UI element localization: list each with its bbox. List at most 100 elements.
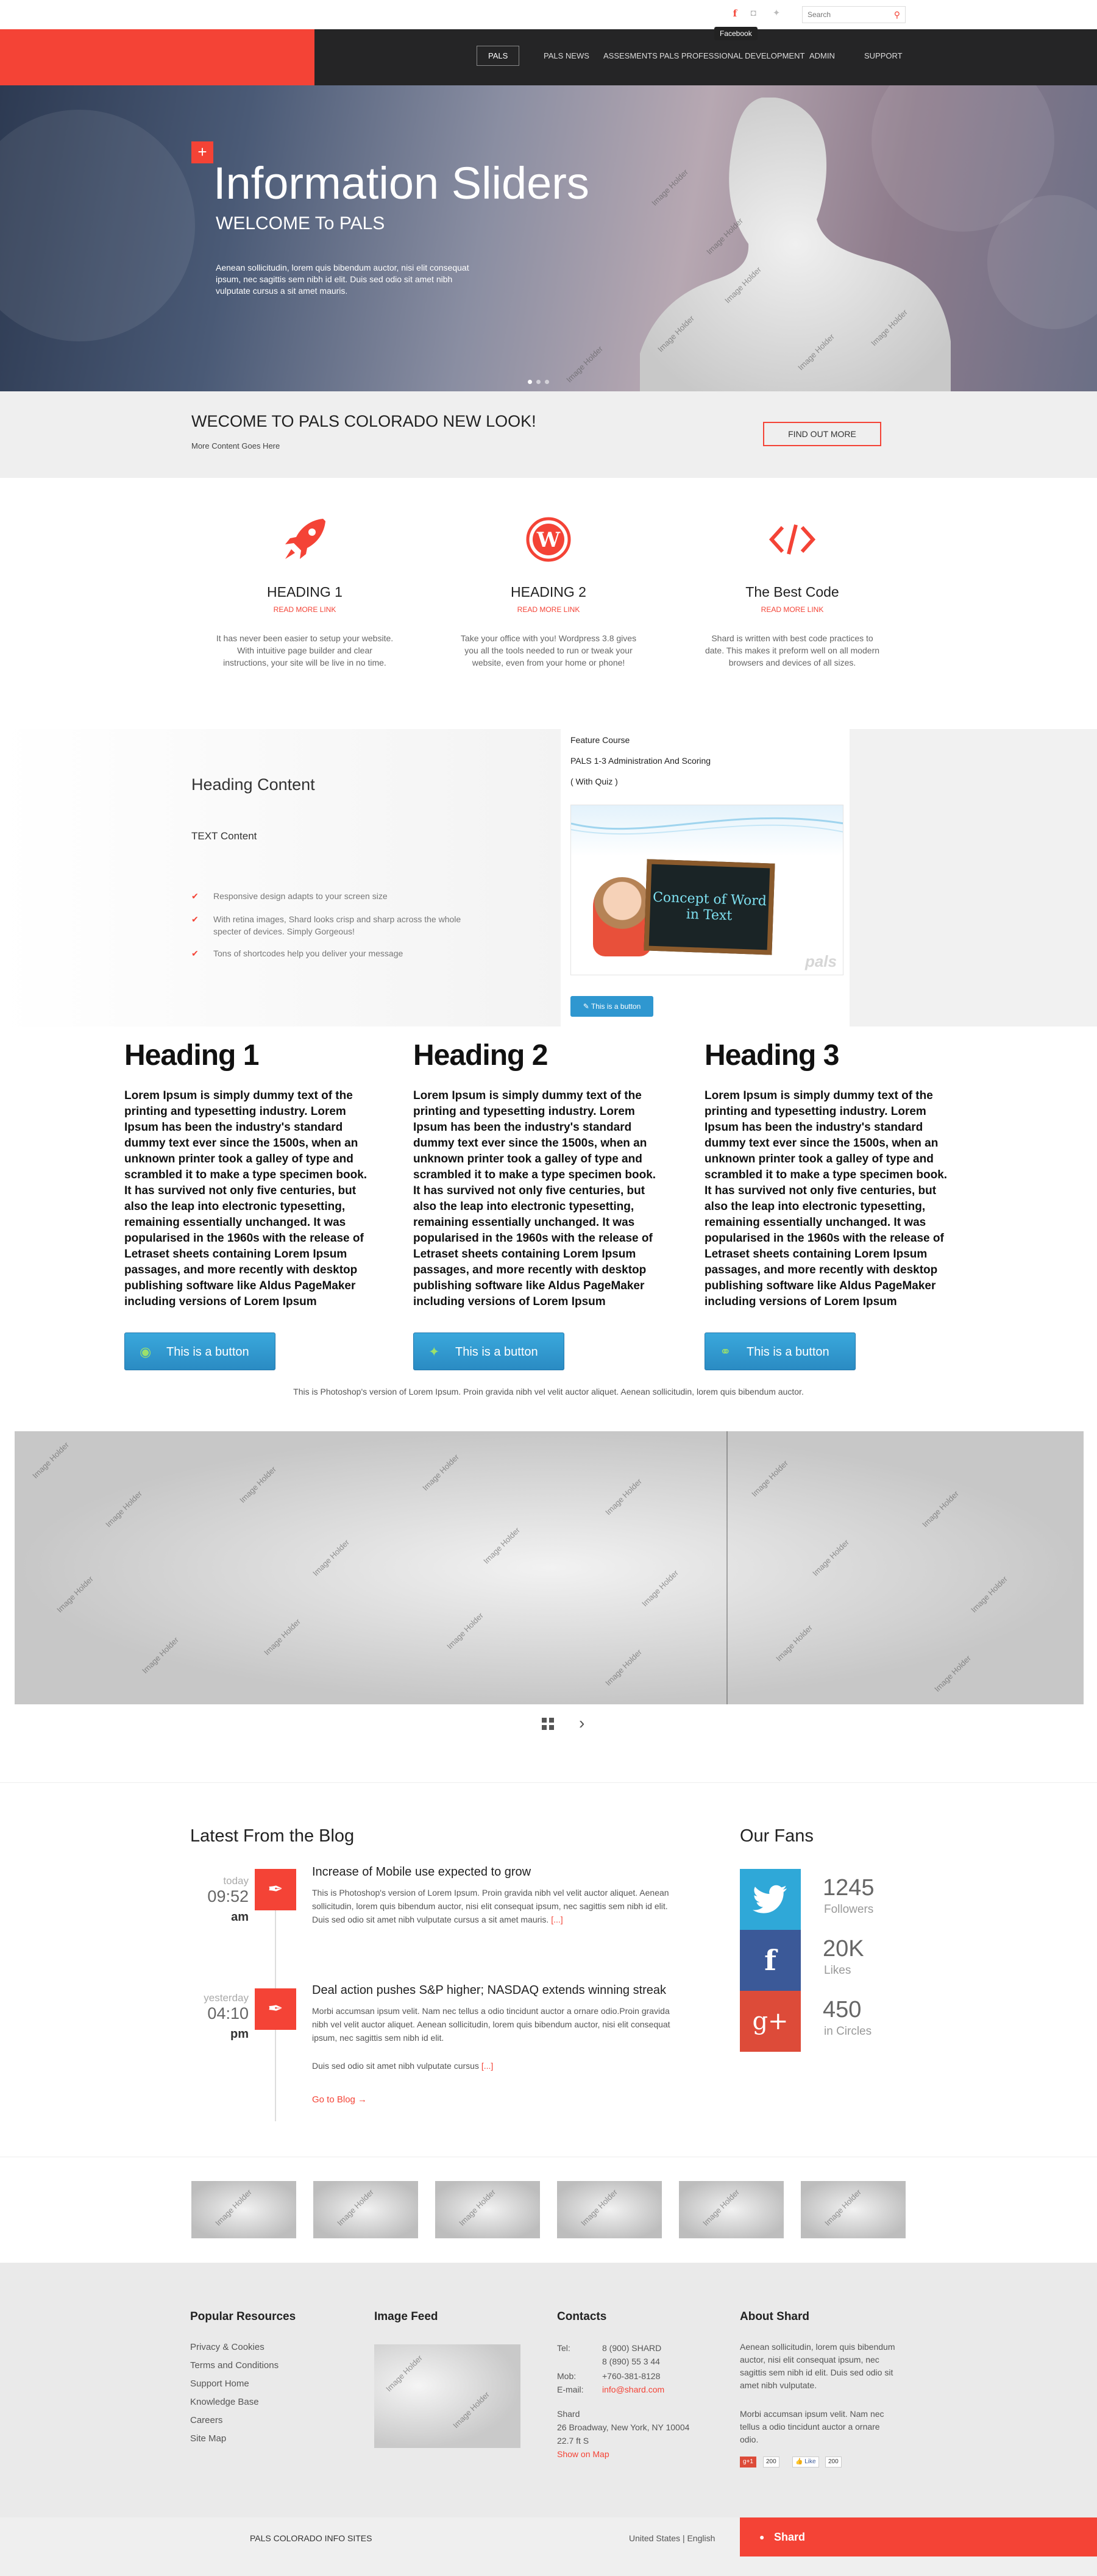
- post-excerpt: Duis sed odio sit amet nibh vulputate cu…: [312, 2059, 672, 2073]
- column-1: Heading 1 Lorem Ipsum is simply dummy te…: [124, 1039, 374, 1310]
- hero-subtitle: WELCOME To PALS: [216, 213, 385, 233]
- contact-label: E-mail:: [557, 2385, 584, 2394]
- thumbnail-image[interactable]: Image Holder: [679, 2181, 784, 2238]
- search-input[interactable]: [803, 7, 888, 23]
- google-plus-icon[interactable]: g+: [740, 1991, 801, 2052]
- find-out-more-button[interactable]: FIND OUT MORE: [763, 422, 881, 446]
- grid-icon[interactable]: [541, 1717, 555, 1731]
- feature-3: The Best Code READ MORE LINK Shard is wr…: [701, 512, 884, 669]
- image-holder-label: Image Holder: [640, 1568, 680, 1609]
- footer-link[interactable]: Site Map: [190, 2433, 226, 2444]
- logo[interactable]: [0, 29, 314, 85]
- child-image: [593, 877, 651, 956]
- nav-item-admin[interactable]: ADMIN: [809, 51, 835, 60]
- thumbnail-image[interactable]: Image Holder: [801, 2181, 906, 2238]
- nav-item-pals-news[interactable]: PALS NEWS: [544, 51, 589, 60]
- post-pen-icon: ✒: [255, 1988, 296, 2030]
- gallery-divider: [726, 1431, 728, 1704]
- fans-title: Our Fans: [740, 1826, 814, 1846]
- nav-item-assesments[interactable]: ASSESMENTS: [603, 51, 658, 60]
- nav-item-support[interactable]: SUPPORT: [864, 51, 903, 60]
- thumbnail-image[interactable]: Image Holder: [557, 2181, 662, 2238]
- feature-heading: The Best Code: [745, 584, 839, 600]
- slider-dot[interactable]: [545, 380, 549, 384]
- contact-label: Mob:: [557, 2371, 577, 2381]
- read-more-link[interactable]: READ MORE LINK: [213, 605, 396, 614]
- image-feed[interactable]: Image Holder Image Holder: [374, 2344, 520, 2448]
- facebook-icon[interactable]: f: [729, 7, 741, 20]
- image-holder-label: Image Holder: [238, 1464, 278, 1505]
- image-holder-label: Image Holder: [335, 2187, 375, 2228]
- fan-label: in Circles: [824, 2025, 872, 2038]
- read-more-link[interactable]: [...]: [551, 1915, 563, 1924]
- text-content: TEXT Content: [191, 830, 257, 842]
- nav-item-professional-development[interactable]: PALS PROFESSIONAL DEVELOPMENT: [659, 51, 804, 60]
- thumbnail-image[interactable]: Image Holder: [191, 2181, 296, 2238]
- go-to-blog-link[interactable]: Go to Blog →: [312, 2094, 367, 2105]
- feature-course-quiz: ( With Quiz ): [570, 777, 618, 786]
- fan-label: Followers: [824, 1903, 874, 1916]
- footer-link[interactable]: Terms and Conditions: [190, 2360, 279, 2371]
- column-heading: Heading 2: [413, 1039, 548, 1072]
- image-holder-label: Image Holder: [457, 2187, 497, 2228]
- language-selector[interactable]: United States | English: [629, 2533, 715, 2543]
- microphone-button[interactable]: ⚭ This is a button: [705, 1332, 856, 1370]
- image-holder-label: Image Holder: [104, 1489, 144, 1529]
- footer-link[interactable]: Careers: [190, 2415, 222, 2425]
- facebook-icon[interactable]: f: [740, 1930, 801, 1991]
- read-more-link[interactable]: READ MORE LINK: [701, 605, 884, 614]
- post-title[interactable]: Deal action pushes S&P higher; NASDAQ ex…: [312, 1984, 666, 1998]
- post-time-value: 04:10: [207, 2004, 249, 2023]
- instagram-icon[interactable]: ◘: [747, 7, 759, 20]
- fan-count: 20K: [823, 1936, 864, 1962]
- content-band: [0, 729, 1097, 1026]
- feature-course-label: Feature Course: [570, 735, 630, 745]
- hero-title: Information Sliders: [213, 158, 589, 208]
- thumbnail-image[interactable]: Image Holder: [313, 2181, 418, 2238]
- image-holder-label: Image Holder: [55, 1574, 95, 1615]
- show-on-map-link[interactable]: Show on Map: [557, 2449, 609, 2459]
- twitter-icon[interactable]: [740, 1869, 801, 1930]
- heading-content: Heading Content: [191, 775, 315, 794]
- thumbnail-image[interactable]: Image Holder: [435, 2181, 540, 2238]
- feature-course-title[interactable]: PALS 1-3 Administration And Scoring: [570, 756, 711, 766]
- post-day: yesterday: [204, 1992, 249, 2004]
- post-time-ampm: pm: [230, 2027, 249, 2041]
- footer-heading: About Shard: [740, 2310, 809, 2323]
- footer-link[interactable]: Support Home: [190, 2379, 249, 2389]
- slider-dot[interactable]: [536, 380, 541, 384]
- slider-dot-active[interactable]: [528, 380, 532, 384]
- image-holder-label: Image Holder: [603, 1476, 644, 1517]
- post-title[interactable]: Increase of Mobile use expected to grow: [312, 1865, 531, 1879]
- divider: [0, 1782, 1097, 1783]
- main-navigation: PALS PALS NEWS ASSESMENTS PALS PROFESSIO…: [0, 29, 1097, 85]
- post-time: 04:10 pm: [188, 2004, 249, 2042]
- welcome-band: [0, 391, 1097, 478]
- feature-text: Take your office with you! Wordpress 3.8…: [460, 633, 637, 667]
- shard-brand-link[interactable]: Shard: [740, 2517, 1097, 2556]
- facebook-like-button[interactable]: 👍 Like: [792, 2457, 819, 2467]
- image-gallery[interactable]: Image Holder Image Holder Image Holder I…: [15, 1431, 1084, 1704]
- feature-course-image[interactable]: Concept of Word in Text pals: [570, 805, 843, 975]
- email-link[interactable]: info@shard.com: [602, 2385, 664, 2394]
- nav-item-pals[interactable]: PALS: [477, 46, 520, 66]
- footer-link[interactable]: Privacy & Cookies: [190, 2342, 264, 2352]
- search-icon[interactable]: ⚲: [894, 10, 900, 20]
- camera-button[interactable]: ◉ This is a button: [124, 1332, 275, 1370]
- read-more-link[interactable]: [...]: [481, 2061, 493, 2071]
- feature-course-button[interactable]: This is a button: [570, 996, 653, 1017]
- chevron-right-icon[interactable]: ›: [579, 1714, 584, 1732]
- bottom-bar-sites-link[interactable]: PALS COLORADO INFO SITES: [250, 2533, 372, 2543]
- address-line: 22.7 ft S: [557, 2436, 589, 2446]
- twitter-button[interactable]: ✦ This is a button: [413, 1332, 564, 1370]
- footer-link[interactable]: Knowledge Base: [190, 2397, 259, 2407]
- read-more-link[interactable]: READ MORE LINK: [457, 605, 640, 614]
- code-icon: [701, 512, 884, 567]
- content-band-left: [0, 729, 561, 1026]
- twitter-icon[interactable]: ✦: [770, 7, 783, 20]
- plus-icon[interactable]: +: [191, 141, 213, 163]
- facebook-tooltip: Facebook: [714, 27, 758, 40]
- welcome-subtitle: More Content Goes Here: [191, 441, 280, 450]
- post-time: 09:52 am: [188, 1887, 249, 1925]
- google-plus-one-button[interactable]: g+1: [740, 2457, 756, 2467]
